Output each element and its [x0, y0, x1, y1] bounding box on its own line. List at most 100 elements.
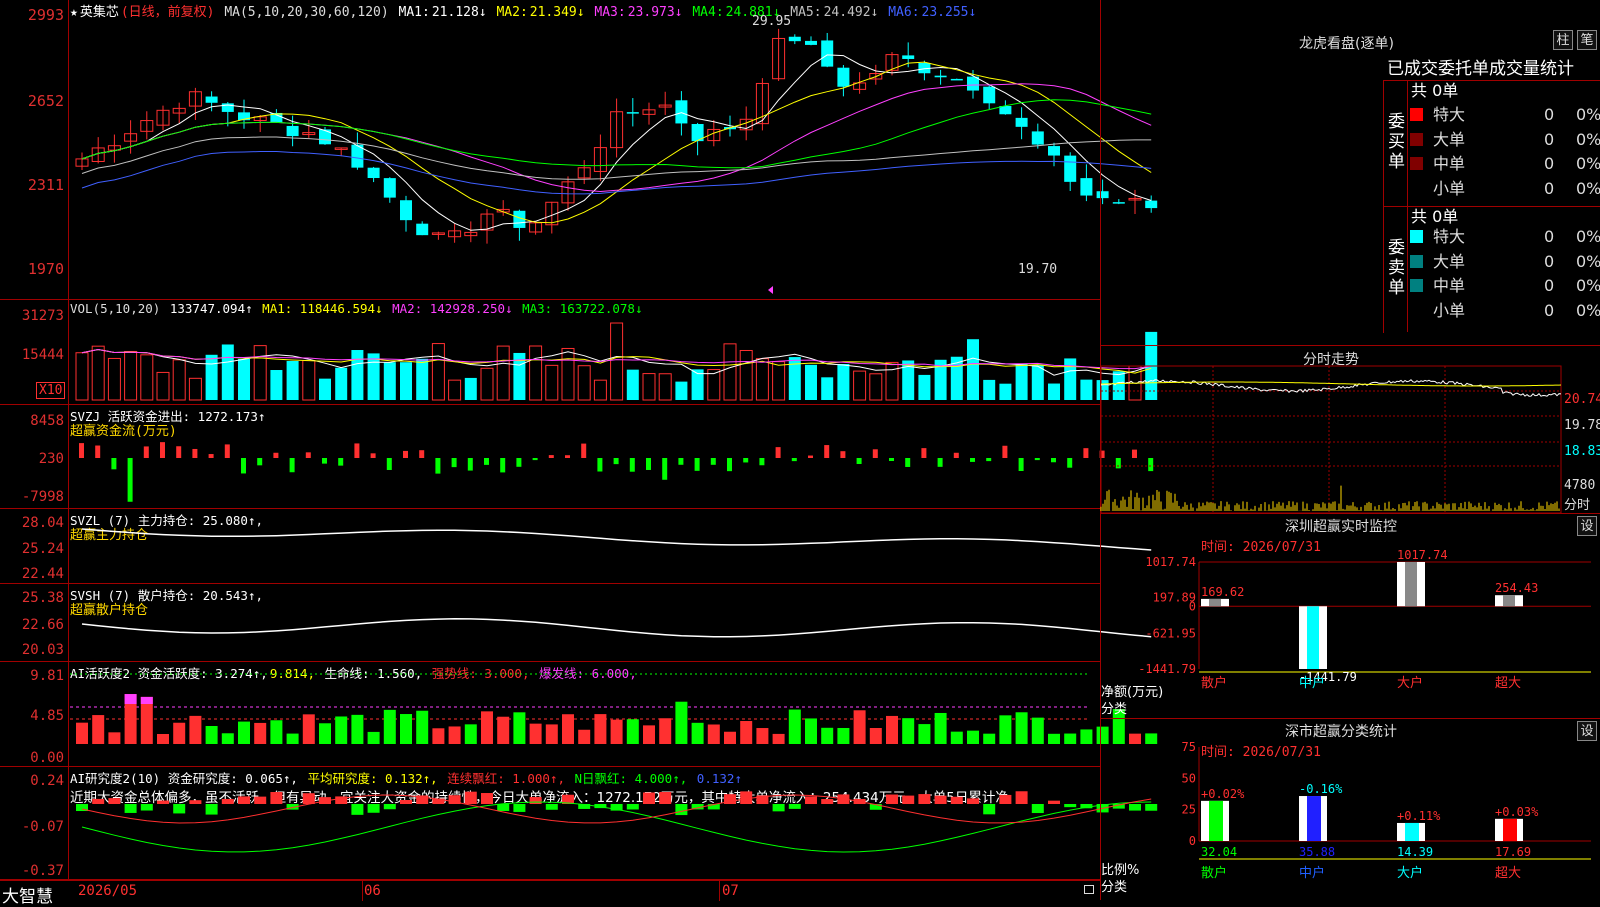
order-percent: 0%	[1576, 129, 1600, 149]
activity-bar	[918, 724, 931, 744]
date-tick	[362, 881, 363, 901]
flow-bar	[905, 458, 911, 467]
volume-bar-down	[967, 339, 979, 400]
monitor-chart[interactable]: 1017.74197.890-621.95-1441.79169.62散户 -14…	[1101, 514, 1600, 719]
volume-bar-up	[431, 343, 445, 401]
order-count: 0	[1544, 105, 1555, 124]
activity-bar	[805, 718, 817, 744]
ai-research-chart[interactable]	[0, 767, 1158, 880]
flow-bar	[889, 458, 894, 461]
volume-bar-down	[837, 364, 850, 400]
flow-bar	[467, 458, 473, 471]
volume-bar-up	[156, 371, 170, 401]
research-bar	[626, 804, 639, 810]
flow-bar	[289, 458, 295, 473]
ai-research-panel[interactable]: 0.24 -0.07 -0.37 AI研究度2(10) 资金研究度: 0.065…	[0, 767, 1158, 880]
order-type: 小单	[1433, 300, 1466, 320]
order-row: 特大 0 0%	[1410, 104, 1600, 126]
svzl-chart[interactable]	[0, 509, 1152, 584]
flow-bar	[1083, 448, 1089, 458]
candle-down	[821, 40, 834, 67]
activity-bar	[1080, 729, 1093, 744]
activity-bar	[983, 733, 996, 744]
flow-bar	[613, 458, 619, 465]
kline-panel[interactable]: 2993 2652 2311 1970 ★ 英集芯 (日线，前复权) MA(5,10…	[0, 0, 1158, 300]
research-bar	[950, 796, 963, 804]
volume-bar-down	[464, 377, 477, 400]
candle-down	[967, 76, 979, 91]
volume-bar-down	[383, 362, 396, 400]
ai-active-panel[interactable]: 9.81 4.85 0.00 AI活跃度2 资金活跃度: 3.274↑, 9.81…	[0, 662, 1158, 767]
flow-bar	[273, 452, 279, 458]
volume-bar-down	[286, 361, 299, 400]
flow-bar	[1018, 458, 1024, 472]
lock-icon[interactable]	[1084, 885, 1094, 894]
activity-bar	[756, 728, 769, 744]
svsh-chart[interactable]	[0, 584, 1152, 662]
research-bar	[934, 795, 947, 804]
flow-bar	[500, 458, 506, 473]
activity-bar	[675, 701, 688, 744]
color-swatch-icon	[1410, 230, 1423, 243]
activity-bar	[108, 732, 121, 744]
activity-bar	[189, 715, 202, 744]
tick-view-button[interactable]: 笔	[1577, 30, 1597, 50]
activity-bar	[1015, 712, 1028, 744]
research-bar	[529, 796, 542, 804]
flow-bar	[1034, 458, 1040, 461]
intraday-panel[interactable]: 分时走势 20.74 19.78 18.83 4780 分时	[1100, 345, 1600, 514]
classify-chart[interactable]: 75 50 25 0 +0.02% 32.04 散户 -0.16% 35.88 中户 +0.11% 1…	[1101, 719, 1600, 901]
bar-view-button[interactable]: 柱	[1553, 30, 1573, 50]
flow-bar	[176, 446, 182, 458]
order-count: 0	[1544, 276, 1555, 295]
app-logo[interactable]: 大智慧	[2, 882, 53, 907]
candle-down	[788, 36, 801, 42]
activity-bar	[837, 727, 850, 744]
research-bar	[788, 804, 801, 809]
color-swatch-icon	[1410, 279, 1423, 292]
order-count: 0	[1544, 251, 1555, 271]
volume-bar-up	[75, 352, 89, 401]
research-bar	[302, 793, 315, 804]
research-bar	[1064, 804, 1077, 808]
volume-chart[interactable]	[0, 300, 1158, 405]
category-name: 超大	[1495, 676, 1521, 691]
category-bar-core	[1307, 606, 1319, 669]
activity-bar	[788, 709, 801, 744]
volume-panel[interactable]: 31273 15444 X10 VOL(5,10,20) 133747.094↑…	[0, 300, 1158, 405]
flow-bar	[775, 447, 781, 458]
research-bar	[659, 792, 672, 804]
svzj-chart[interactable]	[0, 405, 1154, 509]
volume-bar-down	[238, 358, 250, 400]
flow-bar	[516, 458, 522, 467]
activity-bar	[254, 722, 267, 744]
candle-down	[1015, 117, 1028, 127]
order-type: 特大	[1433, 227, 1466, 246]
volume-bar-down	[319, 378, 331, 400]
buy-side-label: 委买单	[1388, 112, 1405, 172]
activity-bar	[934, 712, 947, 744]
category-bar-core	[1405, 822, 1419, 841]
order-count: 0	[1544, 227, 1555, 246]
kline-chart[interactable]	[0, 0, 1158, 300]
flow-bar	[224, 444, 230, 458]
volume-bar-up	[529, 345, 543, 401]
svzl-panel[interactable]: 28.04 25.24 22.44 SVZL (7) 主力持仓: 25.080↑…	[0, 509, 1152, 584]
volume-bar-down	[205, 354, 218, 400]
svzj-panel[interactable]: 8458 230 -7998 SVZJ 活跃资金进出: 1272.173↑ 超赢…	[0, 405, 1154, 509]
ai-active-chart[interactable]	[0, 662, 1158, 767]
svsh-panel[interactable]: 25.38 22.66 20.03 SVSH (7) 散户持仓: 20.543↑…	[0, 584, 1152, 662]
category-bar-core	[1503, 818, 1517, 841]
svzl-line	[81, 528, 1152, 551]
y-tick-label: -621.95	[1145, 626, 1196, 640]
volume-bar-up	[707, 369, 721, 401]
candle-down	[205, 96, 218, 103]
ma-line	[81, 151, 1152, 195]
intraday-chart[interactable]	[1100, 346, 1600, 514]
order-type: 特大	[1433, 105, 1466, 124]
candle-down	[400, 200, 412, 221]
flow-bar	[597, 458, 603, 472]
volume-bar-up	[755, 358, 769, 401]
research-bar	[821, 799, 834, 804]
volume-bar-up	[188, 377, 202, 401]
